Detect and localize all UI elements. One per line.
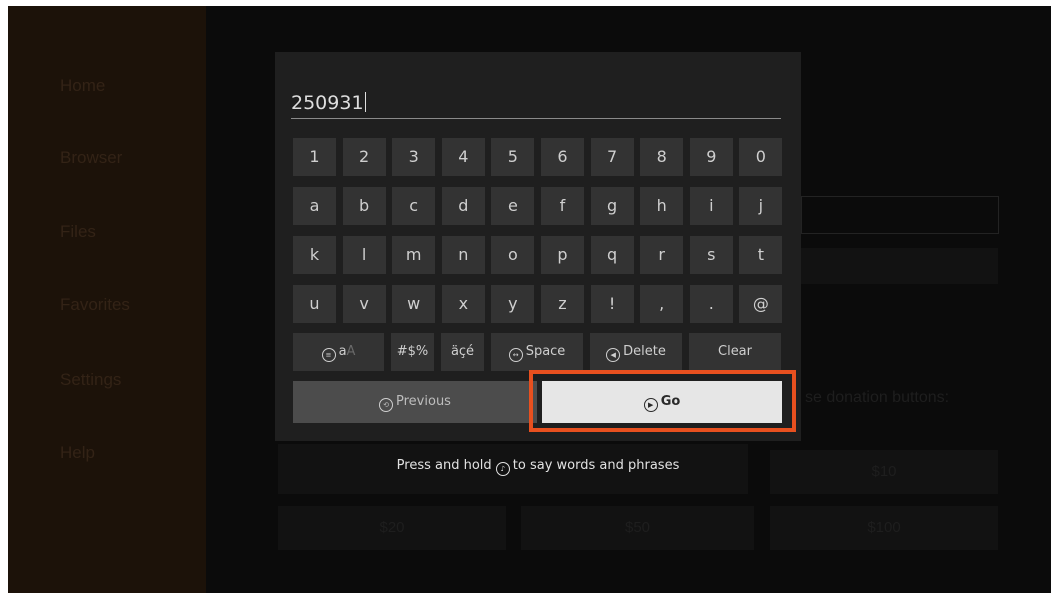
space-key[interactable]: ↔ Space [491,333,583,371]
text-caret [364,92,366,112]
key-2-0[interactable]: k [293,236,336,274]
key-2-7[interactable]: r [640,236,684,274]
key-3-4[interactable]: y [491,285,535,323]
case-toggle-key[interactable]: ≡ aA [293,333,384,371]
sidebar-item-help[interactable]: Help [60,443,95,463]
sidebar: Home Browser Files Favorites Settings He… [8,6,206,593]
accents-key[interactable]: äçé [441,333,484,371]
donation-button-50[interactable]: $50 [521,506,754,550]
background-input-field[interactable] [801,196,999,234]
key-1-6[interactable]: g [590,187,634,225]
key-0-9[interactable]: 0 [739,138,783,176]
key-3-9[interactable]: @ [739,285,783,323]
key-2-4[interactable]: o [491,236,535,274]
key-3-1[interactable]: v [342,285,386,323]
back-icon: ⟲ [379,398,394,412]
key-1-7[interactable]: h [640,187,684,225]
space-icon: ↔ [508,348,523,362]
case-icon: ≡ [321,348,336,362]
microphone-icon: ♪ [495,462,510,476]
donation-button-10[interactable]: $10 [770,450,998,494]
sidebar-item-home[interactable]: Home [60,76,105,96]
voice-hint: Press and hold ♪ to say words and phrases [275,458,801,476]
symbols-key[interactable]: #$% [391,333,434,371]
key-0-6[interactable]: 7 [590,138,634,176]
key-2-5[interactable]: p [541,236,584,274]
donation-button-100[interactable]: $100 [770,506,998,550]
key-3-7[interactable]: , [640,285,684,323]
key-1-1[interactable]: b [342,187,386,225]
key-2-3[interactable]: n [441,236,485,274]
key-3-8[interactable]: . [689,285,733,323]
key-3-0[interactable]: u [293,285,336,323]
previous-button[interactable]: ⟲ Previous [293,381,537,423]
key-2-2[interactable]: m [392,236,436,274]
key-0-0[interactable]: 1 [293,138,336,176]
key-3-2[interactable]: w [392,285,436,323]
key-1-2[interactable]: c [392,187,436,225]
key-0-3[interactable]: 4 [441,138,485,176]
sidebar-item-favorites[interactable]: Favorites [60,295,130,315]
key-1-4[interactable]: e [491,187,535,225]
key-2-1[interactable]: l [342,236,386,274]
key-1-8[interactable]: i [689,187,733,225]
key-0-2[interactable]: 3 [392,138,436,176]
key-3-6[interactable]: ! [590,285,634,323]
key-0-7[interactable]: 8 [640,138,684,176]
key-2-9[interactable]: t [739,236,783,274]
key-2-6[interactable]: q [590,236,634,274]
key-1-0[interactable]: a [293,187,336,225]
key-0-1[interactable]: 2 [342,138,386,176]
sidebar-item-browser[interactable]: Browser [60,148,122,168]
key-1-5[interactable]: f [541,187,584,225]
keyboard-input-field[interactable]: 250931 [291,90,781,119]
key-0-5[interactable]: 6 [541,138,584,176]
tv-screen: Home Browser Files Favorites Settings He… [8,6,1051,593]
key-1-3[interactable]: d [441,187,485,225]
key-0-8[interactable]: 9 [689,138,733,176]
input-value: 250931 [291,92,364,114]
clear-key[interactable]: Clear [689,333,781,371]
key-0-4[interactable]: 5 [491,138,535,176]
rewind-icon: ◀ [606,348,621,362]
key-3-3[interactable]: x [441,285,485,323]
key-2-8[interactable]: s [689,236,733,274]
donation-label: se donation buttons: [805,389,950,406]
sidebar-item-settings[interactable]: Settings [60,370,121,390]
key-1-9[interactable]: j [739,187,783,225]
sidebar-item-files[interactable]: Files [60,222,96,242]
go-button-highlight [529,370,796,432]
delete-key[interactable]: ◀ Delete [590,333,682,371]
background-button[interactable] [801,248,998,284]
key-3-5[interactable]: z [541,285,584,323]
donation-button-20[interactable]: $20 [278,506,506,550]
